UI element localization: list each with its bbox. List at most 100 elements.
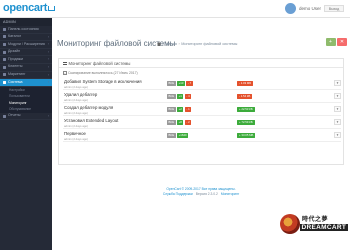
- delete-button[interactable]: ✕: [337, 38, 347, 46]
- list-item: Первичное admin (2 days ago) ВСЕ +1640 + 33.…: [63, 129, 341, 142]
- monitoring-panel: Мониторинг файловой системы − Сканирован…: [58, 58, 344, 165]
- menu-icon: [3, 27, 6, 31]
- opencart-logo[interactable]: opencart: [3, 2, 56, 14]
- added-badge[interactable]: +1640: [177, 133, 189, 138]
- list-item: Добавил System Storage в исключения admin…: [63, 77, 341, 90]
- menu-icon: [3, 35, 6, 39]
- scan-list: Добавил System Storage в исключения admin…: [63, 77, 341, 142]
- chevron-down-icon: ▾: [336, 120, 339, 124]
- footer-monitor-link[interactable]: Мониторинг: [221, 192, 239, 197]
- sidebar-item-label: Система: [8, 79, 23, 84]
- removed-badge[interactable]: - 2: [184, 120, 192, 125]
- footer-version: Версия 2.3.0.2: [195, 192, 218, 196]
- chevron-down-icon: ▾: [336, 94, 339, 98]
- breadcrumb-separator: ›: [178, 42, 180, 46]
- user-name[interactable]: demo User: [299, 6, 321, 11]
- expand-button[interactable]: ▾: [334, 119, 341, 125]
- size-change-badge: + 22.53 КБ: [237, 107, 255, 112]
- footer-support-link[interactable]: Служба Поддержки: [163, 192, 193, 197]
- sidebar-item-label: Каталог: [8, 34, 22, 39]
- menu-icon: [3, 73, 6, 77]
- sidebar-item-label: Дизайн: [8, 49, 21, 54]
- sidebar-item-label: Маркетинг: [8, 72, 26, 77]
- chevron-right-icon: ›: [47, 34, 49, 39]
- removed-badge[interactable]: - 4: [184, 94, 192, 99]
- chevron-right-icon: ›: [47, 80, 49, 85]
- menu-icon: [3, 58, 6, 62]
- watermark-logo: 時代之夢 DREAMCART: [280, 212, 348, 242]
- added-badge[interactable]: +8: [177, 120, 184, 125]
- chevron-down-icon: ▾: [336, 107, 339, 111]
- sidebar-item-label: Панель состояния: [8, 26, 39, 31]
- top-header: opencart demo User Выход: [0, 0, 350, 18]
- footer: OpenCart © 2009-2017 Все права защищены.…: [52, 187, 350, 197]
- expand-button[interactable]: ▾: [334, 132, 341, 138]
- all-badge[interactable]: ВСЕ: [167, 120, 176, 125]
- change-badges: ВСЕ +1- 4: [167, 94, 192, 99]
- page-header: Мониторинг файловой системы Главная › Мо…: [57, 38, 347, 52]
- sidebar-item-label: Отчеты: [8, 113, 21, 118]
- all-badge[interactable]: ВСЕ: [167, 81, 176, 86]
- user-menu: demo User Выход: [284, 3, 344, 14]
- added-badge[interactable]: +2: [177, 107, 184, 112]
- all-badge[interactable]: ВСЕ: [167, 107, 176, 112]
- expand-button[interactable]: ▾: [334, 80, 341, 86]
- sidebar-item-label: Клиенты: [8, 64, 23, 69]
- scan-title: Создал дебаггер модуля: [64, 104, 114, 110]
- breadcrumb: Главная › Мониторинг файловой системы: [157, 42, 237, 46]
- chevron-down-icon: ▾: [336, 81, 339, 85]
- expand-button[interactable]: ▾: [334, 93, 341, 99]
- list-item: Установил Extended Layout admin (2 days a…: [63, 116, 341, 129]
- logout-button[interactable]: Выход: [324, 5, 344, 12]
- menu-icon: [3, 80, 6, 84]
- scan-subheading: − Сканирование выполнялось (27 Июль 2017…: [63, 71, 138, 75]
- chevron-right-icon: ›: [47, 113, 49, 118]
- home-icon[interactable]: [157, 42, 161, 46]
- size-change-badge: - 1.03 МБ: [237, 81, 254, 86]
- chevron-right-icon: ›: [47, 57, 49, 62]
- expand-button[interactable]: ▾: [334, 106, 341, 112]
- sidebar-item-label: Модули / Расширения: [8, 41, 45, 46]
- scan-meta: admin (2 days ago): [64, 84, 88, 89]
- panel-heading: Мониторинг файловой системы: [59, 59, 343, 68]
- added-badge[interactable]: +13: [177, 81, 185, 86]
- cart-icon: [48, 5, 56, 11]
- collapse-icon[interactable]: −: [63, 71, 67, 75]
- sidebar-item-label: Продажи: [8, 56, 24, 61]
- chevron-right-icon: ›: [47, 72, 49, 77]
- all-badge[interactable]: ВСЕ: [167, 94, 176, 99]
- breadcrumb-home[interactable]: Главная: [163, 42, 177, 46]
- scan-title: Первичное: [64, 130, 86, 136]
- menu-icon: [3, 50, 6, 54]
- watermark-text-en: DREAMCART: [300, 224, 348, 231]
- sidebar-item-reports[interactable]: Отчеты ›: [0, 113, 52, 121]
- removed-badge[interactable]: - 7: [186, 81, 193, 86]
- size-change-badge: - 1.54 КБ: [237, 94, 253, 99]
- list-item: Удалил дебаггер admin (2 days ago) ВСЕ +1- …: [63, 90, 341, 103]
- chevron-right-icon: ›: [47, 64, 49, 69]
- swirl-icon: [280, 214, 300, 234]
- list-icon: [63, 61, 67, 65]
- avatar[interactable]: [284, 3, 296, 14]
- scan-meta: admin (2 days ago): [64, 123, 88, 128]
- size-change-badge: + 33.05 МБ: [237, 133, 256, 138]
- breadcrumb-current[interactable]: Мониторинг файловой системы: [181, 42, 237, 46]
- chevron-right-icon: ›: [47, 42, 49, 47]
- add-button[interactable]: +: [325, 38, 336, 46]
- added-badge[interactable]: +1: [177, 94, 184, 99]
- change-badges: ВСЕ +13- 7: [167, 81, 193, 86]
- removed-badge[interactable]: - 1: [184, 107, 192, 112]
- watermark-text-cn: 時代之夢: [302, 217, 329, 223]
- sidebar-item-7[interactable]: Система ›: [0, 79, 52, 87]
- panel-title: Мониторинг файловой системы: [68, 60, 131, 66]
- list-item: Создал дебаггер модуля admin (2 days ago)…: [63, 103, 341, 116]
- chevron-down-icon: ▾: [336, 133, 339, 137]
- scan-date-label: Сканирование выполнялось (27 Июль 2017): [68, 71, 138, 75]
- size-change-badge: + 72.59 КБ: [237, 120, 255, 125]
- scan-title: Добавил System Storage в исключения: [64, 78, 142, 84]
- change-badges: ВСЕ +2- 1: [167, 107, 192, 112]
- header-actions: + ✕: [325, 38, 347, 46]
- change-badges: ВСЕ +8- 2: [167, 120, 192, 125]
- all-badge[interactable]: ВСЕ: [167, 133, 176, 138]
- scan-meta: admin (2 days ago): [64, 136, 88, 141]
